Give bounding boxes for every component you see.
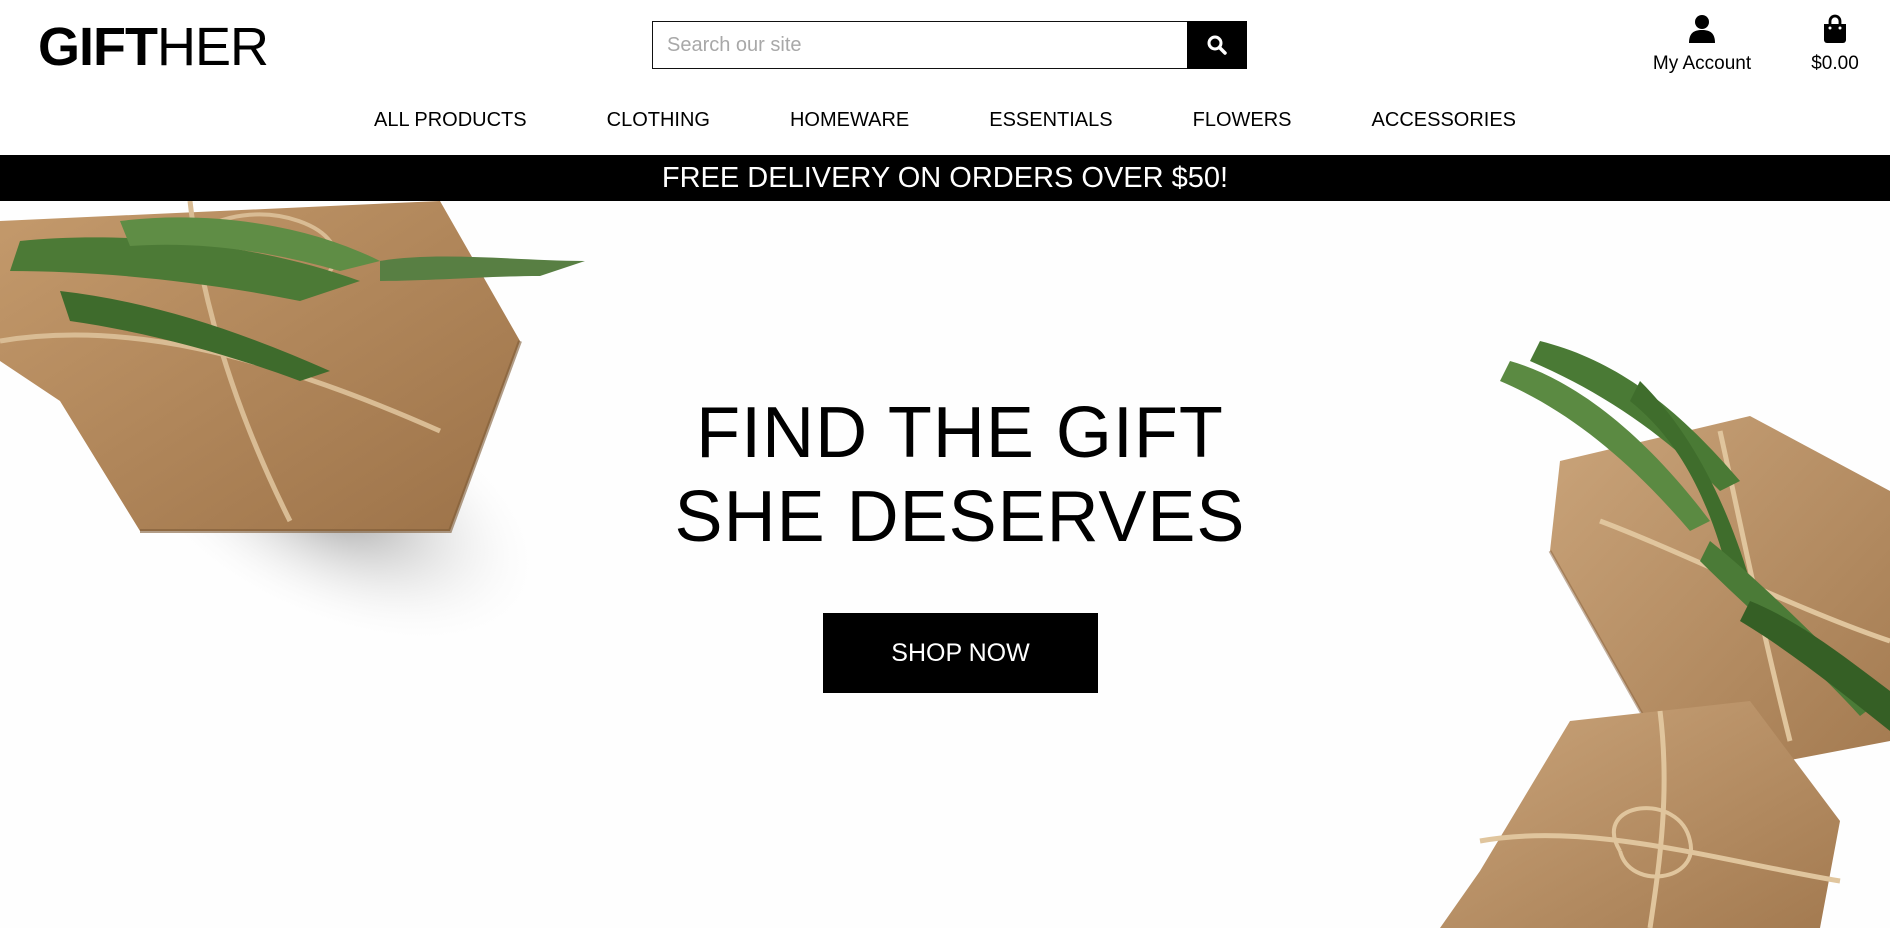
- logo-gift: GIFT: [38, 17, 158, 77]
- hero-title: FIND THE GIFT SHE DESERVES: [0, 391, 1890, 559]
- search-input[interactable]: [652, 21, 1187, 69]
- bag-total: $0.00: [1811, 53, 1859, 74]
- logo-her: HER: [156, 17, 269, 77]
- my-account-link[interactable]: My Account: [1640, 14, 1764, 75]
- nav-item-clothing[interactable]: CLOTHING: [567, 108, 750, 138]
- hero-section: FIND THE GIFT SHE DESERVES SHOP NOW: [0, 201, 1890, 928]
- nav-item-essentials[interactable]: ESSENTIALS: [949, 108, 1152, 138]
- nav-item-all-products[interactable]: ALL PRODUCTS: [334, 108, 567, 138]
- banner-text: FREE DELIVERY ON ORDERS OVER $50!: [661, 161, 1229, 194]
- shopping-bag-icon: [1824, 14, 1846, 43]
- search-form: [652, 21, 1247, 69]
- shop-now-button[interactable]: SHOP NOW: [823, 613, 1098, 693]
- search-button[interactable]: [1187, 21, 1247, 69]
- search-icon: [1207, 35, 1227, 55]
- hero-title-line-2: SHE DESERVES: [674, 477, 1246, 557]
- nav-item-homeware[interactable]: HOMEWARE: [750, 108, 949, 138]
- site-logo[interactable]: GIFTHER: [38, 16, 269, 78]
- site-header: GIFTHER My Account $0.00 ALL PRODUCTS CL…: [0, 0, 1890, 155]
- my-account-label: My Account: [1652, 53, 1752, 74]
- nav-item-accessories[interactable]: ACCESSORIES: [1332, 108, 1556, 138]
- nav-item-flowers[interactable]: FLOWERS: [1153, 108, 1332, 138]
- hero-title-line-1: FIND THE GIFT: [696, 393, 1224, 473]
- user-icon: [1689, 15, 1715, 43]
- free-delivery-banner: FREE DELIVERY ON ORDERS OVER $50!: [0, 155, 1890, 201]
- shopping-bag-link[interactable]: $0.00: [1800, 14, 1870, 75]
- main-nav: ALL PRODUCTS CLOTHING HOMEWARE ESSENTIAL…: [0, 108, 1890, 138]
